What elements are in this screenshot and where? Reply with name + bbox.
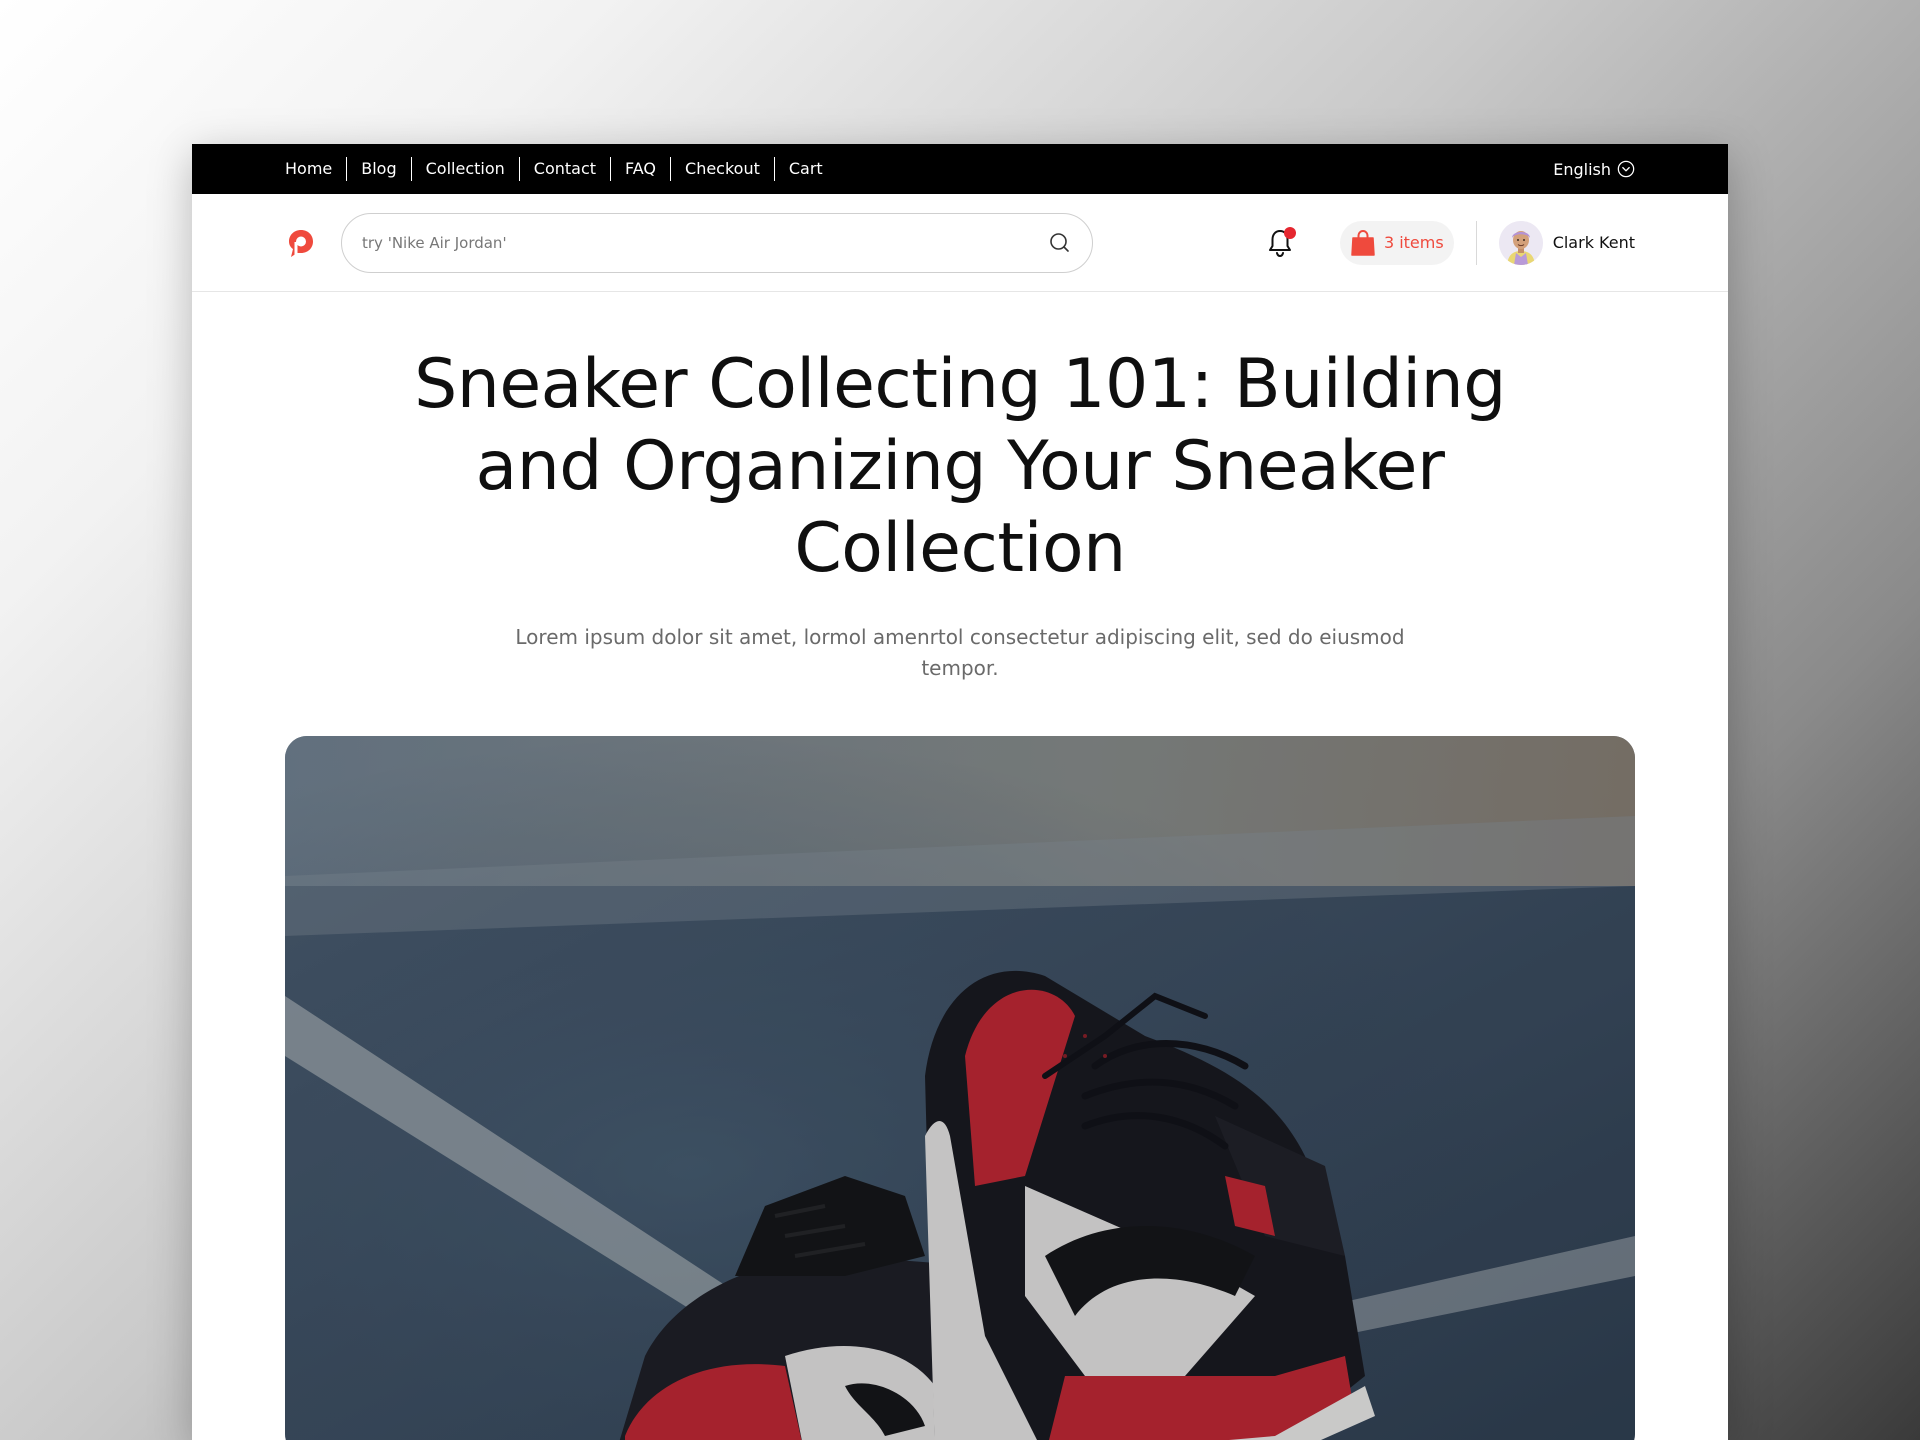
user-name: Clark Kent — [1552, 233, 1635, 252]
search-input[interactable] — [362, 233, 1048, 252]
chevron-down-circle-icon — [1617, 160, 1635, 178]
header-divider — [1475, 220, 1477, 265]
notification-button[interactable] — [1266, 226, 1296, 258]
search-icon[interactable] — [1048, 231, 1072, 255]
page-subtitle: Lorem ipsum dolor sit amet, lormol amenr… — [515, 625, 1405, 680]
browser-frame: Home Blog Collection Contact FAQ Checkou… — [192, 144, 1728, 1440]
nav-link-contact[interactable]: Contact — [518, 157, 610, 181]
nav-link-collection[interactable]: Collection — [410, 157, 519, 181]
avatar-illustration — [1498, 220, 1543, 265]
site-header: 3 items Clar — [192, 194, 1728, 292]
header-actions: 3 items Clark Kent — [1266, 220, 1635, 265]
language-selector[interactable]: English — [1553, 160, 1635, 179]
top-nav-bar: Home Blog Collection Contact FAQ Checkou… — [192, 144, 1728, 194]
hero-image — [285, 736, 1635, 1440]
search-bar — [341, 212, 1093, 273]
nav-link-home[interactable]: Home — [285, 157, 346, 181]
nav-link-cart[interactable]: Cart — [773, 157, 837, 181]
article-hero: Sneaker Collecting 101: Building and Org… — [192, 292, 1728, 684]
sneaker-photo — [285, 736, 1635, 1440]
nav-link-checkout[interactable]: Checkout — [670, 157, 774, 181]
cart-button[interactable]: 3 items — [1339, 220, 1454, 265]
avatar — [1498, 220, 1543, 265]
nav-link-faq[interactable]: FAQ — [610, 157, 670, 181]
nav-link-blog[interactable]: Blog — [346, 157, 410, 181]
page-title: Sneaker Collecting 101: Building and Org… — [414, 345, 1506, 588]
notification-dot — [1283, 226, 1296, 239]
top-nav: Home Blog Collection Contact FAQ Checkou… — [285, 157, 837, 181]
cart-count-label: 3 items — [1383, 233, 1444, 252]
brand-logo-icon[interactable] — [285, 227, 317, 259]
shopping-bag-icon — [1351, 229, 1375, 256]
user-menu[interactable]: Clark Kent — [1498, 220, 1635, 265]
language-label: English — [1553, 159, 1611, 179]
